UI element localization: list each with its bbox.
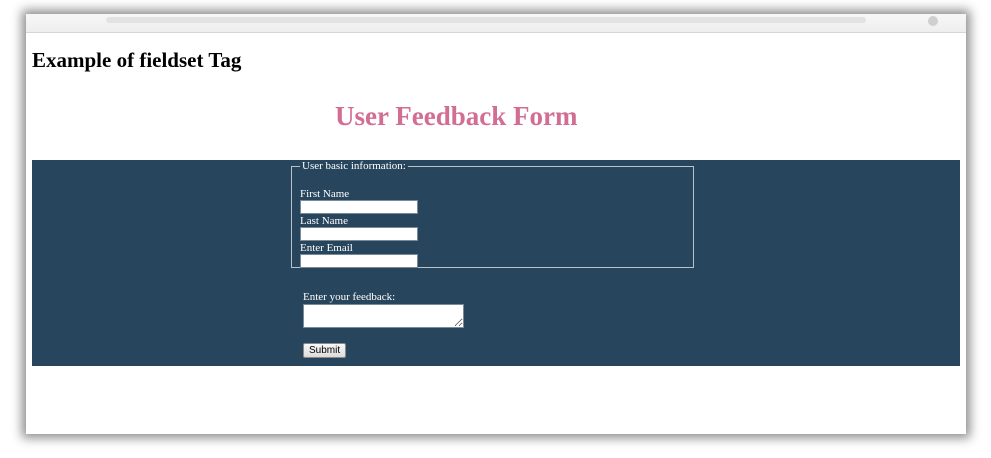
feedback-textarea[interactable]: [303, 304, 464, 328]
submit-button[interactable]: Submit: [303, 343, 347, 358]
last-name-input[interactable]: [300, 227, 418, 241]
last-name-label: Last Name: [300, 215, 348, 227]
window-control-icon: [928, 16, 938, 26]
fieldset-legend: User basic information:: [302, 160, 406, 172]
feedback-block: Enter your feedback:: [303, 291, 464, 328]
browser-top-strip: [26, 14, 966, 33]
first-name-input[interactable]: [300, 200, 418, 214]
first-name-label: First Name: [300, 188, 350, 200]
page-heading: Example of fieldset Tag: [32, 48, 242, 72]
email-input[interactable]: [300, 254, 418, 268]
user-fields: First Name Last Name Enter Email: [300, 189, 418, 270]
email-label: Enter Email: [300, 242, 353, 254]
form-title: User Feedback Form: [335, 101, 578, 131]
user-info-fieldset: User basic information: First Name Last …: [291, 160, 694, 268]
feedback-form: User basic information: First Name Last …: [32, 160, 960, 366]
scroll-track: [106, 17, 866, 23]
feedback-label: Enter your feedback:: [303, 291, 396, 303]
